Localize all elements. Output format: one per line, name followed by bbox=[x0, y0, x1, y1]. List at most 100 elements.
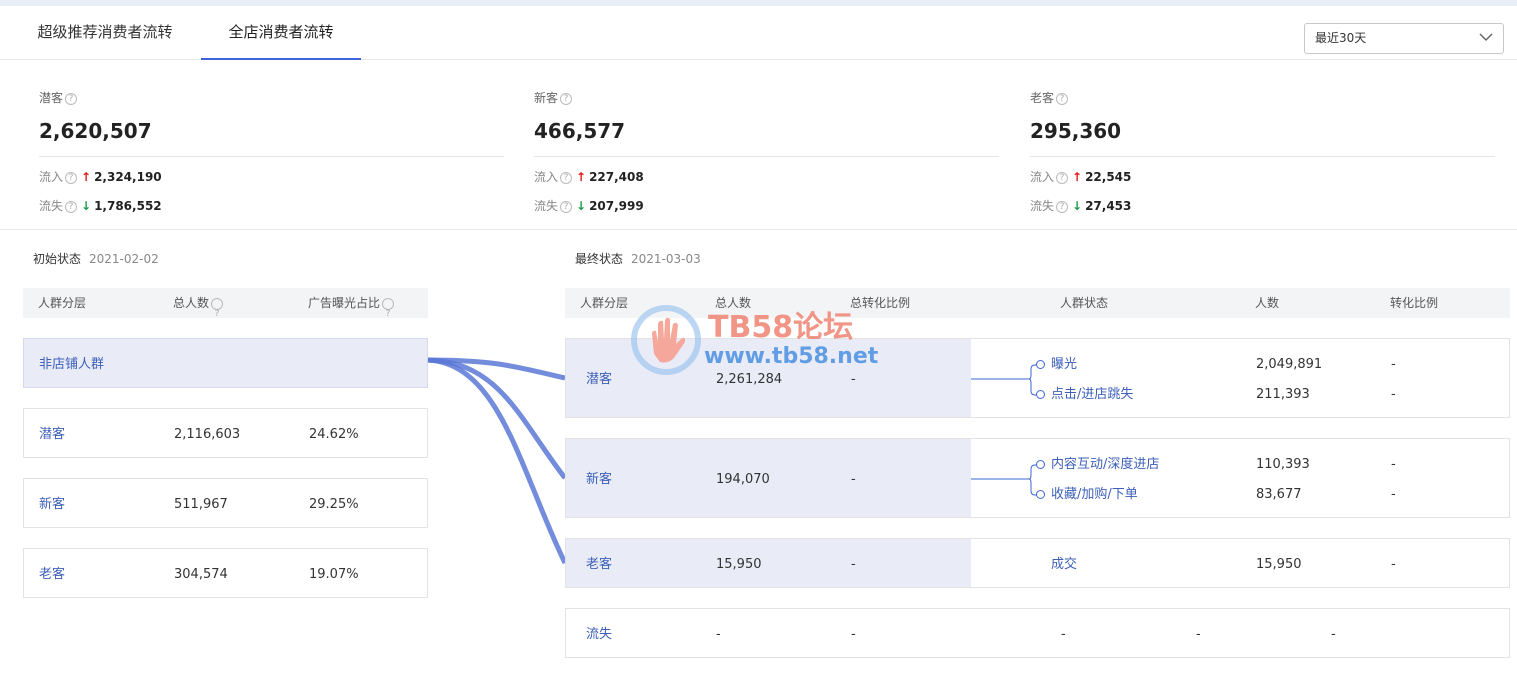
header-total-conv: 总转化比例 bbox=[850, 296, 911, 310]
header-segment: 人群分层 bbox=[580, 296, 629, 310]
row-shade bbox=[566, 539, 971, 587]
header-status: 人群状态 bbox=[1060, 296, 1109, 310]
final-row-potential[interactable]: 潜客 2,261,284 - 曝光 2,049,891 - 点击/进店跳失 21… bbox=[565, 338, 1510, 418]
header-count: 人数 bbox=[1255, 296, 1280, 310]
inflow-value: 22,545 bbox=[1085, 170, 1132, 184]
segment-total: 2,116,603 bbox=[174, 427, 241, 442]
inflow-label: 流入 bbox=[1030, 170, 1055, 184]
arrow-up-icon: ↑ bbox=[576, 170, 587, 184]
status-count: 15,950 bbox=[1256, 557, 1302, 572]
final-title-text: 最终状态 bbox=[575, 252, 624, 266]
tab-bar: 超级推荐消费者流转 全店消费者流转 最近30天 bbox=[0, 6, 1517, 60]
help-icon[interactable]: ? bbox=[65, 171, 78, 184]
initial-title-text: 初始状态 bbox=[33, 252, 82, 266]
segment-conv: - bbox=[851, 472, 856, 487]
initial-state-title: 初始状态 2021-02-02 bbox=[33, 250, 159, 267]
stat-label: 潜客 bbox=[39, 91, 64, 105]
help-icon[interactable]: ? bbox=[1056, 200, 1069, 213]
segment-total: - bbox=[716, 627, 721, 642]
outflow-label: 流失 bbox=[1030, 199, 1055, 213]
segment-name: 非店铺人群 bbox=[39, 357, 105, 372]
header-total-text: 总人数 bbox=[173, 296, 210, 310]
segment-name: 潜客 bbox=[586, 372, 613, 387]
segment-name: 流失 bbox=[586, 627, 613, 642]
status-conv: - bbox=[1391, 487, 1396, 502]
help-icon[interactable]: ? bbox=[211, 297, 224, 319]
segment-name: 潜客 bbox=[39, 427, 66, 442]
stat-value: 2,620,507 bbox=[39, 119, 152, 143]
header-ad-ratio: 广告曝光占比? bbox=[308, 288, 395, 319]
tab-super-recommend-flow[interactable]: 超级推荐消费者流转 bbox=[22, 6, 188, 60]
initial-row-non-store[interactable]: 非店铺人群 bbox=[23, 338, 428, 388]
stat-label: 老客 bbox=[1030, 91, 1055, 105]
help-icon[interactable]: ? bbox=[1056, 92, 1069, 105]
outflow-value: 1,786,552 bbox=[94, 199, 162, 213]
inflow-label: 流入 bbox=[39, 170, 64, 184]
status-conv: - bbox=[1391, 457, 1396, 472]
help-icon[interactable]: ? bbox=[560, 200, 573, 213]
divider bbox=[1030, 156, 1495, 157]
segment-total: 194,070 bbox=[716, 472, 770, 487]
date-range-value: 最近30天 bbox=[1315, 31, 1367, 45]
branch-connector bbox=[971, 364, 1037, 396]
status-conv: - bbox=[1331, 627, 1336, 642]
stat-value: 295,360 bbox=[1030, 119, 1122, 143]
segment-conv: - bbox=[851, 627, 856, 642]
help-icon[interactable]: ? bbox=[1056, 171, 1069, 184]
segment-conv: - bbox=[851, 557, 856, 572]
final-row-new[interactable]: 新客 194,070 - 内容互动/深度进店 110,393 - 收藏/加购/下… bbox=[565, 438, 1510, 518]
node-circle-icon bbox=[1036, 460, 1045, 469]
stat-potential: 潜客? 2,620,507 流入? ↑ 2,324,190 流失? ↓ 1,786,55… bbox=[39, 88, 504, 218]
divider bbox=[39, 156, 504, 157]
node-circle-icon bbox=[1036, 360, 1045, 369]
segment-ratio: 29.25% bbox=[309, 497, 359, 512]
segment-name: 老客 bbox=[39, 567, 66, 582]
flow-line-to-new bbox=[427, 357, 567, 480]
segment-name: 新客 bbox=[586, 472, 613, 487]
status-count: 83,677 bbox=[1256, 487, 1302, 502]
status-name[interactable]: 成交 bbox=[1051, 558, 1077, 571]
stat-new: 新客? 466,577 流入? ↑ 227,408 流失? ↓ 207,999 bbox=[534, 88, 999, 218]
section-divider bbox=[0, 229, 1517, 230]
help-icon[interactable]: ? bbox=[65, 200, 78, 213]
segment-ratio: 19.07% bbox=[309, 567, 359, 582]
final-row-old[interactable]: 老客 15,950 - 成交 15,950 - bbox=[565, 538, 1510, 588]
status-name[interactable]: 点击/进店跳失 bbox=[1051, 388, 1133, 401]
help-icon[interactable]: ? bbox=[382, 297, 395, 319]
segment-total: 511,967 bbox=[174, 497, 228, 512]
inflow-value: 227,408 bbox=[589, 170, 644, 184]
arrow-down-icon: ↓ bbox=[81, 199, 92, 213]
tab-store-consumer-flow[interactable]: 全店消费者流转 bbox=[201, 6, 361, 60]
outflow-value: 207,999 bbox=[589, 199, 644, 213]
help-icon[interactable]: ? bbox=[65, 92, 78, 105]
arrow-down-icon: ↓ bbox=[576, 199, 587, 213]
final-date: 2021-03-03 bbox=[631, 252, 701, 266]
status-name[interactable]: 内容互动/深度进店 bbox=[1051, 458, 1159, 471]
segment-name: 老客 bbox=[586, 557, 613, 572]
segment-total: 304,574 bbox=[174, 567, 228, 582]
date-range-select[interactable]: 最近30天 bbox=[1304, 23, 1504, 54]
final-table-header: 人群分层 总人数 总转化比例 人群状态 人数 转化比例 bbox=[565, 288, 1510, 318]
status-name[interactable]: 收藏/加购/下单 bbox=[1051, 488, 1138, 501]
status-conv: - bbox=[1391, 387, 1396, 402]
branch-connector bbox=[971, 464, 1037, 496]
help-icon[interactable]: ? bbox=[560, 171, 573, 184]
segment-total: 2,261,284 bbox=[716, 372, 783, 387]
arrow-up-icon: ↑ bbox=[81, 170, 92, 184]
stat-old: 老客? 295,360 流入? ↑ 22,545 流失? ↓ 27,453 bbox=[1030, 88, 1495, 218]
initial-row-potential[interactable]: 潜客 2,116,603 24.62% bbox=[23, 408, 428, 458]
initial-table-header: 人群分层 总人数? 广告曝光占比? bbox=[23, 288, 428, 319]
initial-row-old[interactable]: 老客 304,574 19.07% bbox=[23, 548, 428, 598]
outflow-label: 流失 bbox=[534, 199, 559, 213]
outflow-label: 流失 bbox=[39, 199, 64, 213]
header-conv: 转化比例 bbox=[1390, 296, 1439, 310]
segment-total: 15,950 bbox=[716, 557, 762, 572]
help-icon[interactable]: ? bbox=[560, 92, 573, 105]
stat-value: 466,577 bbox=[534, 119, 626, 143]
status-name: - bbox=[1061, 627, 1066, 642]
status-count: 2,049,891 bbox=[1256, 357, 1323, 372]
initial-row-new[interactable]: 新客 511,967 29.25% bbox=[23, 478, 428, 528]
status-name[interactable]: 曝光 bbox=[1051, 358, 1077, 371]
stat-label: 新客 bbox=[534, 91, 559, 105]
final-row-lost[interactable]: 流失 - - - - - bbox=[565, 608, 1510, 658]
